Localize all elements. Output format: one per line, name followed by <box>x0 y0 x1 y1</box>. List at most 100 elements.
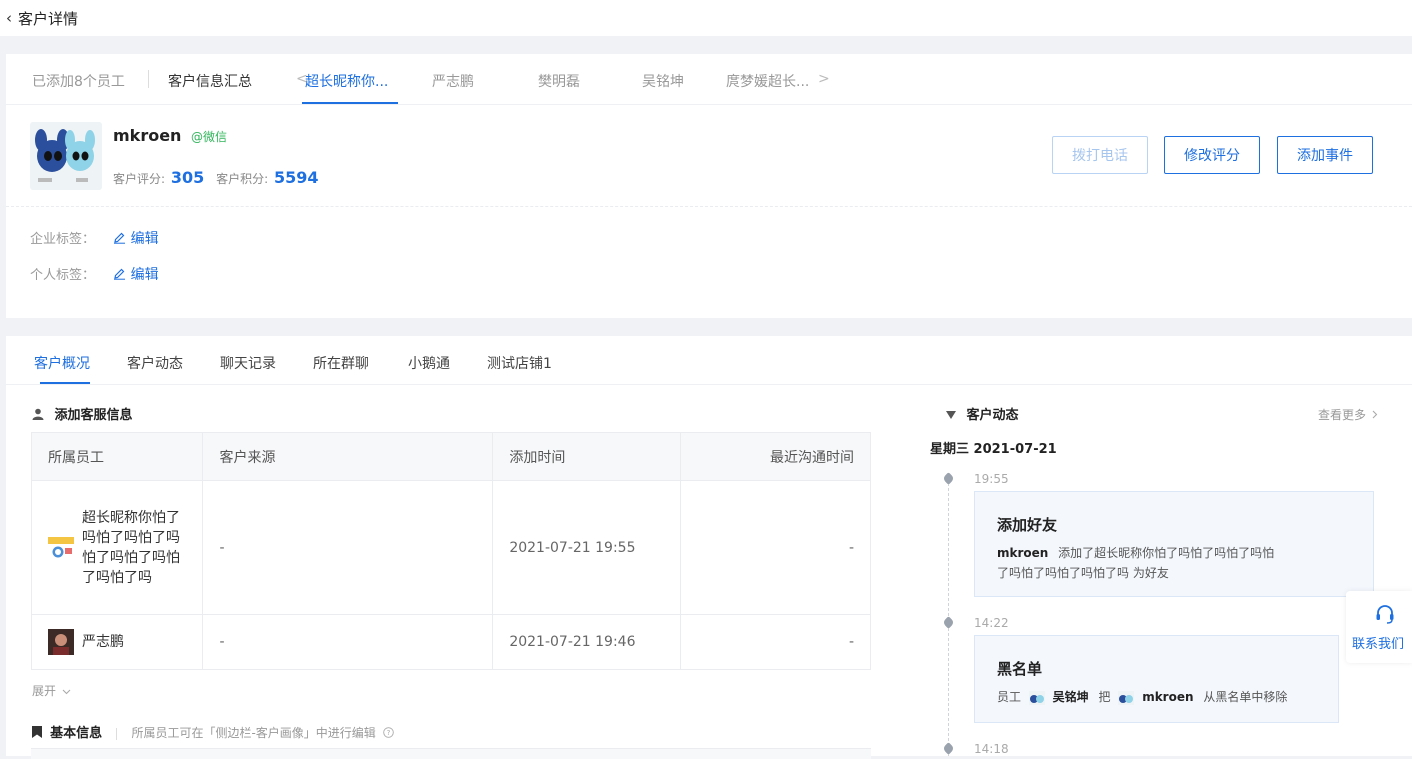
basic-info-title-text: 基本信息 <box>50 726 103 741</box>
tab-overview[interactable]: 客户概况 <box>34 353 90 373</box>
call-button[interactable]: 拨打电话 <box>1052 136 1148 174</box>
back-icon[interactable]: ‹ <box>6 9 12 27</box>
event-title: 添加好友 <box>997 516 1058 534</box>
service-info-title-text: 添加客服信息 <box>54 408 133 423</box>
enterprise-tags-label: 企业标签： <box>30 232 96 247</box>
event-time: 19:55 <box>974 472 1009 486</box>
customer-mini-avatar <box>1118 690 1135 705</box>
employee-cell: 超长昵称你怕了吗怕了吗怕了吗怕了吗怕了吗怕了吗怕了吗 <box>30 480 204 615</box>
employee-avatar <box>48 629 74 655</box>
caret-down-icon <box>946 411 956 419</box>
tag-icon <box>942 742 955 755</box>
page-title: 客户详情 <box>18 9 79 28</box>
expand-toggle[interactable]: 展开 <box>32 682 71 699</box>
event-target: mkroen <box>1142 690 1194 704</box>
tab-activity[interactable]: 客户动态 <box>127 353 183 373</box>
event-card-blacklist: 黑名单 员工 吴铭坤 把 mkroen 从黑名单中移除 <box>974 635 1339 723</box>
expand-label: 展开 <box>32 684 57 698</box>
contact-us-button[interactable]: 联系我们 <box>1346 591 1412 663</box>
active-tab-underline <box>40 382 90 384</box>
customer-card: 已添加8个员工 客户信息汇总 < 超长昵称你... 严志鹏 樊明磊 吴铭坤 庹梦… <box>6 54 1412 318</box>
event-body: 员工 吴铭坤 把 mkroen 从黑名单中移除 <box>997 687 1316 707</box>
edit-label: 编辑 <box>130 231 159 247</box>
activity-title: 客户动态 <box>946 404 1019 423</box>
view-more-link[interactable]: 查看更多 <box>1318 406 1378 423</box>
staff-avatar <box>1028 690 1045 705</box>
edit-score-button[interactable]: 修改评分 <box>1164 136 1260 174</box>
employee-tabs: 已添加8个员工 客户信息汇总 < 超长昵称你... 严志鹏 樊明磊 吴铭坤 庹梦… <box>6 54 1412 105</box>
event-text: 添加了超长昵称你怕了吗怕了吗怕了吗怕 <box>1058 546 1275 560</box>
svg-text:?: ? <box>387 729 391 737</box>
next-arrow-icon[interactable]: > <box>818 71 830 87</box>
event-title: 黑名单 <box>997 660 1043 678</box>
add-event-button[interactable]: 添加事件 <box>1277 136 1373 174</box>
detail-card: 客户概况 客户动态 聊天记录 所在群聊 小鹅通 测试店铺1 添加客服信息 所属员… <box>6 336 1412 759</box>
employee-name: 超长昵称你怕了吗怕了吗怕了吗怕了吗怕了吗怕了吗怕了吗 <box>82 509 180 586</box>
column-header: 所属员工 <box>30 432 204 481</box>
employee-name: 严志鹏 <box>82 634 124 650</box>
activity-date: 星期三 2021-07-21 <box>930 442 1057 457</box>
active-tab-underline <box>302 102 398 104</box>
added-time-cell: 2021-07-21 19:46 <box>492 614 682 670</box>
table-header: 所属员工 客户来源 添加时间 最近沟通时间 <box>30 432 871 481</box>
user-icon <box>32 408 44 420</box>
customer-name: mkroen <box>113 126 182 145</box>
enterprise-tags-row: 企业标签： 编辑 <box>30 228 159 248</box>
table-row: 超长昵称你怕了吗怕了吗怕了吗怕了吗怕了吗怕了吗怕了吗 - 2021-07-21 … <box>30 480 871 615</box>
tab-chat-history[interactable]: 聊天记录 <box>220 353 276 373</box>
column-header: 最近沟通时间 <box>680 432 871 481</box>
event-prefix: 员工 <box>997 690 1022 704</box>
edit-enterprise-tags[interactable]: 编辑 <box>113 231 159 247</box>
tab-info-summary[interactable]: 客户信息汇总 <box>168 71 252 91</box>
points-label: 客户积分: <box>216 172 269 186</box>
table-row: 严志鹏 - 2021-07-21 19:46 - <box>30 614 871 670</box>
tab-xiaoetong[interactable]: 小鹅通 <box>408 353 450 373</box>
chevron-right-icon <box>1372 410 1378 419</box>
tab-divider <box>148 70 149 88</box>
points-value: 5594 <box>273 168 319 187</box>
event-text: 了吗怕了吗怕了吗怕了吗 为好友 <box>997 566 1169 580</box>
tab-employee-5[interactable]: 庹梦媛超长... <box>726 71 809 91</box>
edit-label: 编辑 <box>130 267 159 283</box>
added-employee-count: 已添加8个员工 <box>32 74 125 90</box>
score-label: 客户评分: <box>113 172 166 186</box>
basic-info-title: 基本信息 所属员工可在「侧边栏-客户画像」中进行编辑 ? <box>32 722 394 741</box>
edit-personal-tags[interactable]: 编辑 <box>113 267 159 283</box>
event-verb: 把 <box>1098 690 1111 704</box>
customer-source: @微信 <box>191 130 228 144</box>
service-info-table: 所属员工 客户来源 添加时间 最近沟通时间 超长昵称你怕了吗怕了吗怕了吗怕了吗怕… <box>30 432 871 670</box>
customer-scores: 客户评分: 305 客户积分: 5594 <box>113 168 327 187</box>
event-card-add-friend: 添加好友 mkroen 添加了超长昵称你怕了吗怕了吗怕了吗怕 了吗怕了吗怕了吗怕… <box>974 491 1374 597</box>
event-actor: mkroen <box>997 546 1049 560</box>
event-suffix: 从黑名单中移除 <box>1203 690 1288 704</box>
event-time: 14:22 <box>974 616 1009 630</box>
tag-icon <box>942 472 955 485</box>
event-body: mkroen 添加了超长昵称你怕了吗怕了吗怕了吗怕 了吗怕了吗怕了吗怕了吗 为好… <box>997 543 1351 583</box>
tab-employee-1[interactable]: 超长昵称你... <box>305 71 388 91</box>
tab-test-store[interactable]: 测试店铺1 <box>487 353 552 373</box>
source-cell: - <box>202 614 494 670</box>
personal-tags-label: 个人标签： <box>30 268 96 283</box>
source-cell: - <box>202 480 494 615</box>
customer-avatar <box>30 122 102 190</box>
headset-icon <box>1376 605 1394 624</box>
last-contact-cell: - <box>680 480 871 615</box>
last-contact-cell: - <box>680 614 871 670</box>
top-bar: ‹ 客户详情 <box>0 0 1412 36</box>
column-header: 客户来源 <box>202 432 494 481</box>
event-time: 14:18 <box>974 742 1009 756</box>
tab-groups[interactable]: 所在群聊 <box>313 353 369 373</box>
contact-us-label: 联系我们 <box>1352 637 1405 652</box>
tab-employee-4[interactable]: 吴铭坤 <box>642 71 684 91</box>
chevron-down-icon <box>62 689 71 695</box>
customer-name-row: mkroen @微信 <box>113 126 227 145</box>
basic-info-hint: 所属员工可在「侧边栏-客户画像」中进行编辑 <box>131 726 376 740</box>
title-divider <box>116 727 118 740</box>
help-icon[interactable]: ? <box>383 727 394 738</box>
bookmark-icon <box>32 726 42 738</box>
activity-title-text: 客户动态 <box>966 408 1019 423</box>
added-time-cell: 2021-07-21 19:55 <box>492 480 682 615</box>
tab-employee-3[interactable]: 樊明磊 <box>538 71 580 91</box>
column-header: 添加时间 <box>492 432 682 481</box>
tab-employee-2[interactable]: 严志鹏 <box>432 71 474 91</box>
